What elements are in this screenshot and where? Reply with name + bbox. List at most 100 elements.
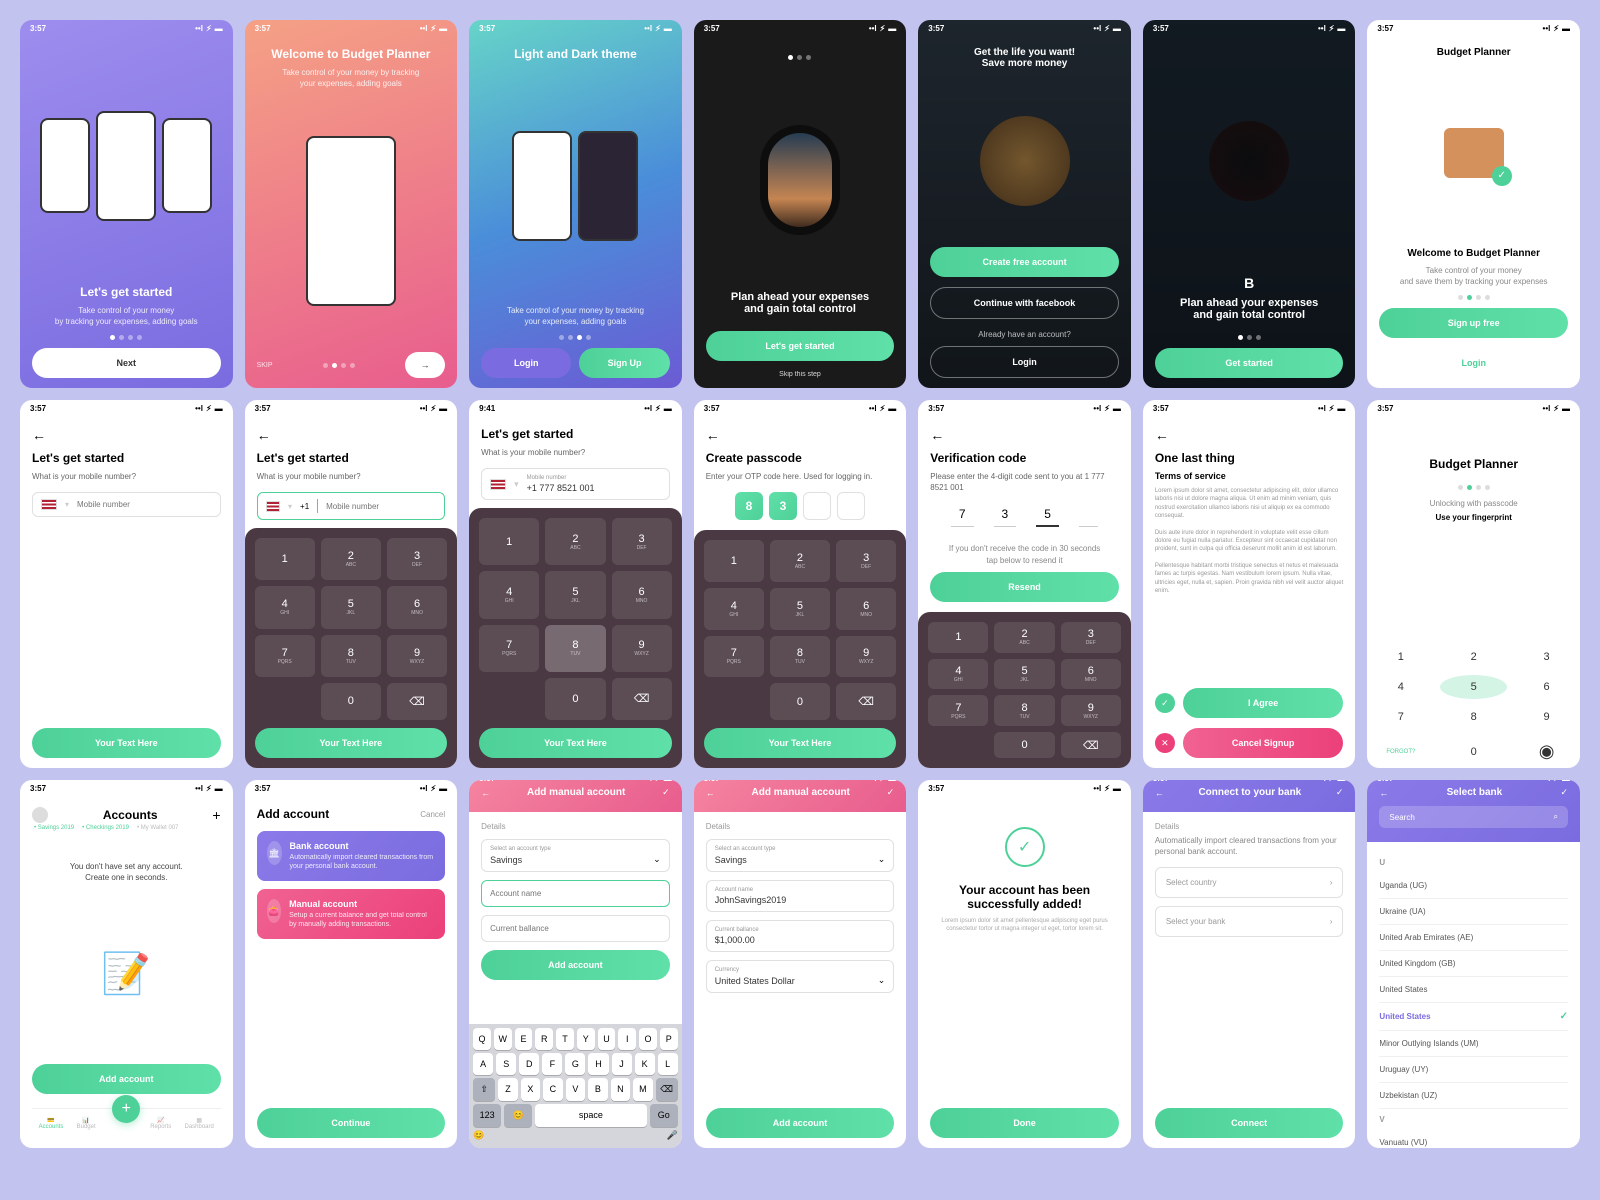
flag-icon[interactable] bbox=[266, 501, 280, 512]
key-7[interactable]: 7 bbox=[1367, 705, 1434, 729]
list-item[interactable]: Vanuatu (VU) bbox=[1379, 1130, 1568, 1148]
key-1[interactable]: 1 bbox=[704, 540, 764, 582]
key-0[interactable]: 0 bbox=[321, 683, 381, 720]
key-h[interactable]: H bbox=[588, 1053, 608, 1075]
type-select[interactable]: Select an account type Savings⌄ bbox=[481, 839, 670, 872]
key-1[interactable]: 1 bbox=[1367, 645, 1434, 669]
key-e[interactable]: E bbox=[515, 1028, 533, 1050]
key-2[interactable]: 2ABC bbox=[770, 540, 830, 582]
cancel-button[interactable]: Cancel Signup bbox=[1183, 728, 1344, 758]
key-5[interactable]: 5JKL bbox=[994, 659, 1054, 690]
search-input[interactable]: Search⌕ bbox=[1379, 806, 1568, 828]
key-4[interactable]: 4 bbox=[1367, 675, 1434, 699]
resend-button[interactable]: Resend bbox=[930, 572, 1119, 602]
forgot-link[interactable]: FORGOT? bbox=[1367, 735, 1434, 768]
back-button[interactable]: ← bbox=[706, 427, 895, 443]
key-9[interactable]: 9WXYZ bbox=[612, 625, 672, 672]
add-button[interactable]: Add account bbox=[706, 1108, 895, 1138]
next-button[interactable]: Next bbox=[32, 348, 221, 378]
key-6[interactable]: 6MNO bbox=[836, 588, 896, 630]
key-1[interactable]: 1 bbox=[255, 538, 315, 580]
digit-3[interactable]: 5 bbox=[1036, 503, 1059, 527]
get-started-button[interactable]: Get started bbox=[1155, 348, 1344, 378]
done-button[interactable]: Done bbox=[930, 1108, 1119, 1138]
submit-button[interactable]: Your Text Here bbox=[704, 728, 897, 758]
chip-savings[interactable]: • Savings 2019 bbox=[32, 823, 76, 833]
mic-icon[interactable]: 🎤 bbox=[666, 1130, 677, 1141]
fingerprint-icon[interactable]: ◉ bbox=[1513, 735, 1580, 768]
manual-option[interactable]: 👛 Manual accountSetup a current balance … bbox=[257, 889, 446, 939]
key-8[interactable]: 8TUV bbox=[321, 635, 381, 677]
key-a[interactable]: A bbox=[473, 1053, 493, 1075]
signup-button[interactable]: Sign up free bbox=[1379, 308, 1568, 338]
key-backspace[interactable]: ⌫ bbox=[387, 683, 447, 720]
key-7[interactable]: 7PQRS bbox=[255, 635, 315, 677]
key-backspace[interactable]: ⌫ bbox=[1061, 732, 1121, 758]
name-field[interactable]: Account name JohnSavings2019 bbox=[706, 880, 895, 912]
emoji-icon[interactable]: 😊 bbox=[473, 1130, 484, 1141]
key-x[interactable]: X bbox=[521, 1078, 540, 1101]
tab-reports[interactable]: 📈Reports bbox=[150, 1117, 171, 1130]
key-c[interactable]: C bbox=[543, 1078, 562, 1101]
key-4[interactable]: 4GHI bbox=[479, 571, 539, 618]
back-button[interactable]: ← bbox=[257, 427, 446, 443]
key-3[interactable]: 3DEF bbox=[836, 540, 896, 582]
key-8[interactable]: 8TUV bbox=[994, 695, 1054, 726]
flag-icon[interactable] bbox=[490, 479, 506, 490]
list-item[interactable]: United Arab Emirates (AE) bbox=[1379, 925, 1568, 951]
name-input[interactable] bbox=[481, 880, 670, 907]
key-o[interactable]: O bbox=[639, 1028, 657, 1050]
list-item[interactable]: Uganda (UG) bbox=[1379, 873, 1568, 899]
key-8[interactable]: 8 bbox=[1440, 705, 1507, 729]
key-b[interactable]: B bbox=[588, 1078, 607, 1101]
back-button[interactable]: ← bbox=[32, 427, 221, 443]
back-button[interactable]: ← bbox=[930, 427, 1119, 443]
mobile-value[interactable]: +1 777 8521 001 bbox=[527, 483, 661, 493]
chip-checkings[interactable]: • Checkings 2019 bbox=[80, 823, 131, 833]
key-p[interactable]: P bbox=[660, 1028, 678, 1050]
key-n[interactable]: N bbox=[611, 1078, 630, 1101]
digit-3[interactable] bbox=[803, 492, 831, 520]
key-v[interactable]: V bbox=[566, 1078, 585, 1101]
bank-option[interactable]: 🏛 Bank accountAutomatically import clear… bbox=[257, 831, 446, 881]
key-6[interactable]: 6MNO bbox=[612, 571, 672, 618]
key-3[interactable]: 3DEF bbox=[612, 518, 672, 565]
digit-2[interactable]: 3 bbox=[769, 492, 797, 520]
list-item[interactable]: Minor Outlying Islands (UM) bbox=[1379, 1031, 1568, 1057]
key-4[interactable]: 4GHI bbox=[704, 588, 764, 630]
country-select[interactable]: Select country› bbox=[1155, 867, 1344, 898]
confirm-icon[interactable]: ✓ bbox=[1560, 787, 1568, 798]
tab-budget[interactable]: 📊Budget bbox=[77, 1117, 96, 1130]
cancel-link[interactable]: Cancel bbox=[420, 810, 445, 819]
back-button[interactable]: ← bbox=[481, 788, 490, 798]
skip-link[interactable]: SKIP bbox=[257, 362, 273, 369]
digit-4[interactable] bbox=[837, 492, 865, 520]
key-s[interactable]: S bbox=[496, 1053, 516, 1075]
connect-button[interactable]: Connect bbox=[1155, 1108, 1344, 1138]
key-f[interactable]: F bbox=[542, 1053, 562, 1075]
back-button[interactable]: ← bbox=[1155, 427, 1344, 443]
login-button[interactable]: Login bbox=[481, 348, 571, 378]
submit-button[interactable]: Your Text Here bbox=[479, 728, 672, 758]
key-0[interactable]: 0 bbox=[1440, 735, 1507, 768]
login-button[interactable]: Login bbox=[930, 346, 1119, 378]
key-7[interactable]: 7PQRS bbox=[928, 695, 988, 726]
key-t[interactable]: T bbox=[556, 1028, 574, 1050]
key-backspace[interactable]: ⌫ bbox=[836, 683, 896, 720]
confirm-icon[interactable]: ✓ bbox=[1336, 787, 1344, 798]
key-1[interactable]: 1 bbox=[479, 518, 539, 565]
go-key[interactable]: Go bbox=[650, 1104, 678, 1127]
key-4[interactable]: 4GHI bbox=[928, 659, 988, 690]
back-button[interactable]: ← bbox=[1379, 788, 1388, 798]
key-2[interactable]: 2ABC bbox=[321, 538, 381, 580]
agree-button[interactable]: I Agree bbox=[1183, 688, 1344, 718]
key-w[interactable]: W bbox=[494, 1028, 512, 1050]
add-button[interactable]: Add account bbox=[481, 950, 670, 980]
key-q[interactable]: Q bbox=[473, 1028, 491, 1050]
signup-button[interactable]: Sign Up bbox=[579, 348, 669, 378]
continue-button[interactable]: Continue bbox=[257, 1108, 446, 1138]
digit-2[interactable]: 3 bbox=[994, 503, 1017, 527]
next-arrow-button[interactable]: → bbox=[405, 352, 445, 378]
submit-button[interactable]: Your Text Here bbox=[255, 728, 448, 758]
add-account-button[interactable]: Add account bbox=[32, 1064, 221, 1094]
